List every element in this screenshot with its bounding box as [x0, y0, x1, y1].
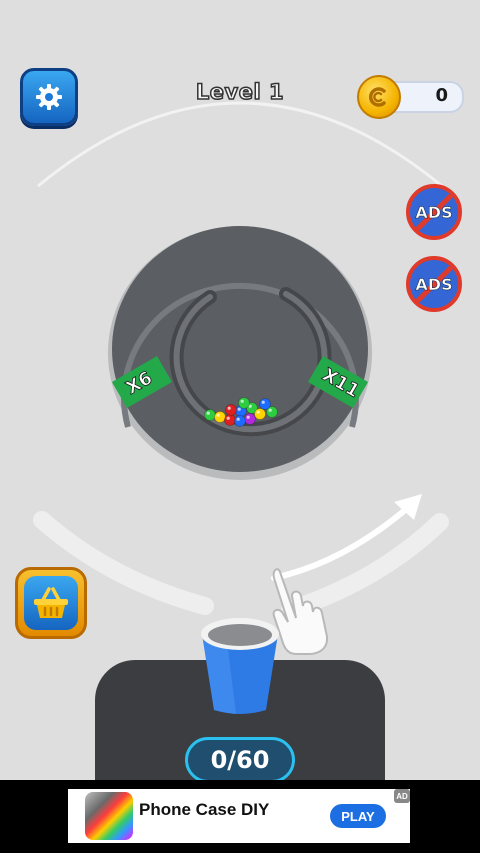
ball-highlight [246, 415, 250, 419]
ball-highlight [256, 410, 260, 414]
ball-highlight [216, 413, 220, 417]
ball [238, 397, 250, 409]
coin-value: 0 [435, 85, 448, 106]
settings-button[interactable] [20, 68, 78, 126]
ball-highlight [226, 416, 230, 420]
ball-progress-counter: 0/60 [185, 737, 295, 783]
ball [224, 414, 236, 426]
ball-highlight [261, 400, 265, 404]
ball-highlight [268, 408, 272, 412]
ball [254, 408, 266, 420]
no-ads-label-2: ADS [415, 274, 453, 294]
gear-icon [36, 84, 62, 110]
ad-title: Phone Case DIY [139, 800, 270, 819]
ball [214, 411, 226, 423]
basket-icon [34, 587, 68, 618]
no-ads-label: ADS [415, 202, 453, 222]
ad-app-icon [85, 792, 133, 840]
ad-banner[interactable]: Phone Case DIY PLAY [68, 789, 410, 843]
ball [225, 404, 237, 416]
ball-highlight [237, 407, 241, 411]
no-ads-button-2[interactable]: ADS [406, 256, 462, 312]
ball-highlight [206, 411, 210, 415]
ball-highlight [240, 399, 244, 403]
ball [234, 415, 246, 427]
ball-highlight [236, 417, 240, 421]
ad-badge: AD [394, 789, 410, 803]
ball [204, 409, 216, 421]
ball [259, 398, 271, 410]
ball-highlight [227, 406, 231, 410]
maze-wheel[interactable]: X6 X11 [100, 222, 380, 482]
shop-button[interactable] [15, 567, 87, 639]
no-ads-button[interactable]: ADS [406, 184, 462, 240]
level-title: Level 1 [195, 79, 285, 105]
ad-play-button[interactable]: PLAY [330, 804, 386, 828]
ball [244, 413, 256, 425]
collection-cup [201, 618, 279, 714]
coin-icon [357, 75, 401, 119]
